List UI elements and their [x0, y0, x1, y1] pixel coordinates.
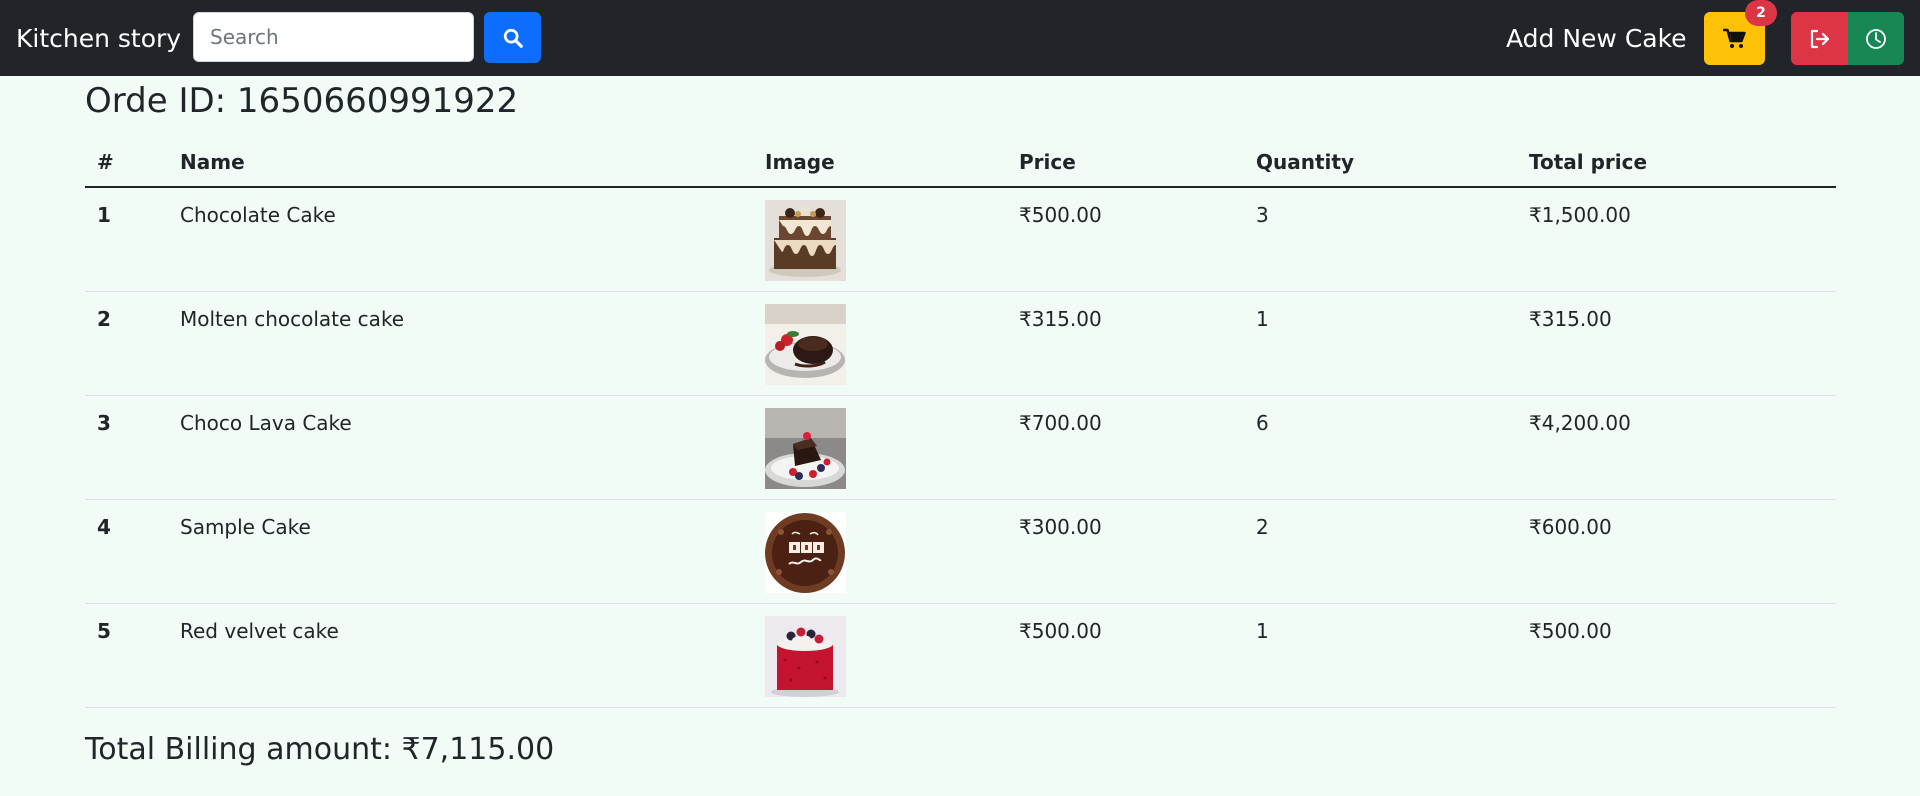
item-price: ₹300.00 [1007, 499, 1244, 604]
column-header-name: Name [168, 137, 753, 188]
item-number: 1 [85, 187, 168, 292]
item-quantity: 6 [1244, 395, 1517, 500]
cake-image [765, 615, 846, 697]
add-new-cake-link[interactable]: Add New Cake [1506, 22, 1687, 56]
order-items-table: # Name Image Price Quantity Total price … [85, 137, 1836, 708]
column-header-quantity: Quantity [1244, 137, 1517, 188]
item-price: ₹315.00 [1007, 291, 1244, 396]
order-id-heading: Orde ID: 1650660991922 [85, 81, 519, 121]
table-row: 4 Sample Cake ₹300.00 2 ₹600.00 [85, 499, 1836, 604]
navbar: Kitchen story Add New Cake 2 [0, 0, 1920, 76]
item-price: ₹700.00 [1007, 395, 1244, 500]
item-name: Sample Cake [168, 499, 753, 604]
table-row: 3 Choco Lava Cake ₹700.00 6 ₹4,200.00 [85, 395, 1836, 500]
item-total-price: ₹4,200.00 [1517, 395, 1836, 500]
item-number: 5 [85, 603, 168, 708]
total-billing-amount: Total Billing amount: ₹7,115.00 [85, 732, 555, 767]
cart-count-badge: 2 [1745, 0, 1777, 26]
item-total-price: ₹500.00 [1517, 603, 1836, 708]
item-number: 2 [85, 291, 168, 396]
cake-image [765, 511, 846, 593]
item-price: ₹500.00 [1007, 603, 1244, 708]
item-total-price: ₹1,500.00 [1517, 187, 1836, 292]
logout-button[interactable] [1791, 12, 1848, 65]
item-quantity: 1 [1244, 603, 1517, 708]
item-number: 4 [85, 499, 168, 604]
table-row: 1 Chocolate Cake ₹500.00 3 ₹1,500.00 [85, 187, 1836, 292]
column-header-total-price: Total price [1517, 137, 1836, 188]
column-header-price: Price [1007, 137, 1244, 188]
brand-link[interactable]: Kitchen story [16, 22, 181, 56]
item-number: 3 [85, 395, 168, 500]
cake-image [765, 407, 846, 489]
cart-icon [1722, 28, 1747, 50]
search-button[interactable] [484, 12, 541, 63]
column-header-image: Image [753, 137, 1007, 188]
item-name: Molten chocolate cake [168, 291, 753, 396]
item-name: Chocolate Cake [168, 187, 753, 292]
table-row: 2 Molten chocolate cake ₹315.00 1 ₹315.0… [85, 291, 1836, 396]
clock-icon [1865, 28, 1887, 50]
cake-image [765, 200, 846, 281]
table-row: 5 Red velvet cake ₹500.00 1 ₹500.00 [85, 603, 1836, 708]
item-quantity: 3 [1244, 187, 1517, 292]
item-name: Red velvet cake [168, 603, 753, 708]
search-input[interactable] [193, 12, 474, 62]
column-header-number: # [85, 137, 168, 188]
item-quantity: 2 [1244, 499, 1517, 604]
search-icon [502, 27, 524, 49]
item-quantity: 1 [1244, 291, 1517, 396]
item-total-price: ₹315.00 [1517, 291, 1836, 396]
item-price: ₹500.00 [1007, 187, 1244, 292]
cake-image [765, 303, 846, 385]
order-history-button[interactable] [1848, 12, 1904, 65]
item-total-price: ₹600.00 [1517, 499, 1836, 604]
logout-icon [1809, 29, 1831, 49]
table-header-row: # Name Image Price Quantity Total price [85, 137, 1836, 188]
item-name: Choco Lava Cake [168, 395, 753, 500]
